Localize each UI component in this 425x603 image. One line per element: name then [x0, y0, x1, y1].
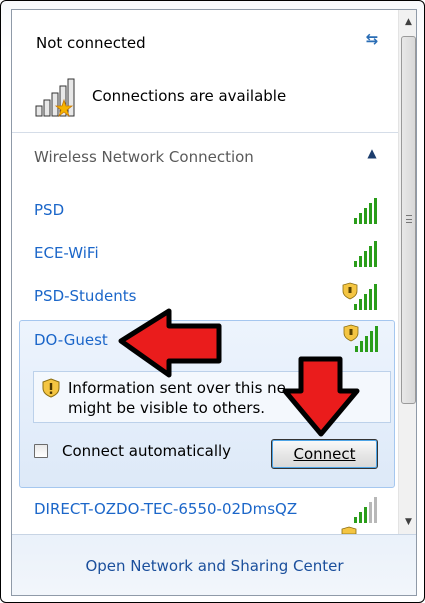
refresh-arrows-icon[interactable]: ⇆	[362, 30, 382, 48]
signal-strength-icon	[354, 241, 377, 267]
scrollbar-thumb[interactable]	[401, 36, 416, 404]
network-item-direct-ozdo[interactable]: DIRECT-OZDO-TEC-6550-02DmsQZ	[12, 491, 398, 531]
warning-shield-icon	[42, 378, 60, 398]
partial-shield-icon	[341, 526, 357, 534]
warning-line-1: Information sent over this ne	[68, 379, 286, 397]
signal-strength-icon	[354, 497, 377, 523]
warning-line-2: might be visible to others.	[68, 399, 266, 417]
connect-automatically-checkbox[interactable]	[34, 444, 48, 458]
connect-button[interactable]: Connect	[271, 439, 378, 469]
grip-icon	[406, 215, 412, 223]
connection-status: Not connected	[36, 34, 146, 52]
connect-automatically-label[interactable]: Connect automatically	[62, 442, 231, 460]
signal-strength-icon	[354, 198, 377, 224]
secured-signal-strength-icon	[343, 324, 378, 352]
scroll-up-arrow-icon[interactable]: ▲	[401, 14, 416, 30]
network-name: ECE-WiFi	[34, 244, 99, 262]
network-item-ece-wifi[interactable]: ECE-WiFi	[12, 235, 398, 275]
network-name: DO-Guest	[34, 331, 108, 349]
network-flyout: Not connected ⇆ Connections are availabl…	[0, 0, 425, 603]
network-item-psd-students[interactable]: PSD-Students	[12, 278, 398, 318]
network-name: PSD-Students	[34, 287, 137, 305]
network-name: DIRECT-OZDO-TEC-6550-02DmsQZ	[34, 500, 298, 518]
divider	[12, 132, 398, 133]
chevron-up-icon[interactable]: ▲	[364, 146, 380, 162]
wireless-section-title[interactable]: Wireless Network Connection	[34, 148, 254, 166]
vertical-scrollbar[interactable]: ▲ ▼	[398, 10, 416, 534]
scroll-down-arrow-icon[interactable]: ▼	[401, 514, 416, 530]
connect-button-label: Connect	[293, 445, 356, 463]
network-list-area: Not connected ⇆ Connections are availabl…	[12, 10, 398, 534]
warning-text: Information sent over this ne might be v…	[68, 378, 378, 418]
network-item-psd[interactable]: PSD	[12, 192, 398, 232]
network-name: PSD	[34, 201, 65, 219]
signal-bars-star-icon	[35, 78, 75, 118]
network-sharing-center-link[interactable]: Open Network and Sharing Center	[12, 557, 416, 575]
secured-signal-strength-icon	[342, 282, 377, 310]
footer: Open Network and Sharing Center	[12, 534, 416, 595]
network-panel: Not connected ⇆ Connections are availabl…	[11, 9, 417, 596]
network-item-do-guest-expanded[interactable]: DO-Guest Information sent over this ne m…	[19, 320, 395, 488]
connections-available-text: Connections are available	[92, 87, 287, 105]
security-warning: Information sent over this ne might be v…	[33, 371, 391, 423]
